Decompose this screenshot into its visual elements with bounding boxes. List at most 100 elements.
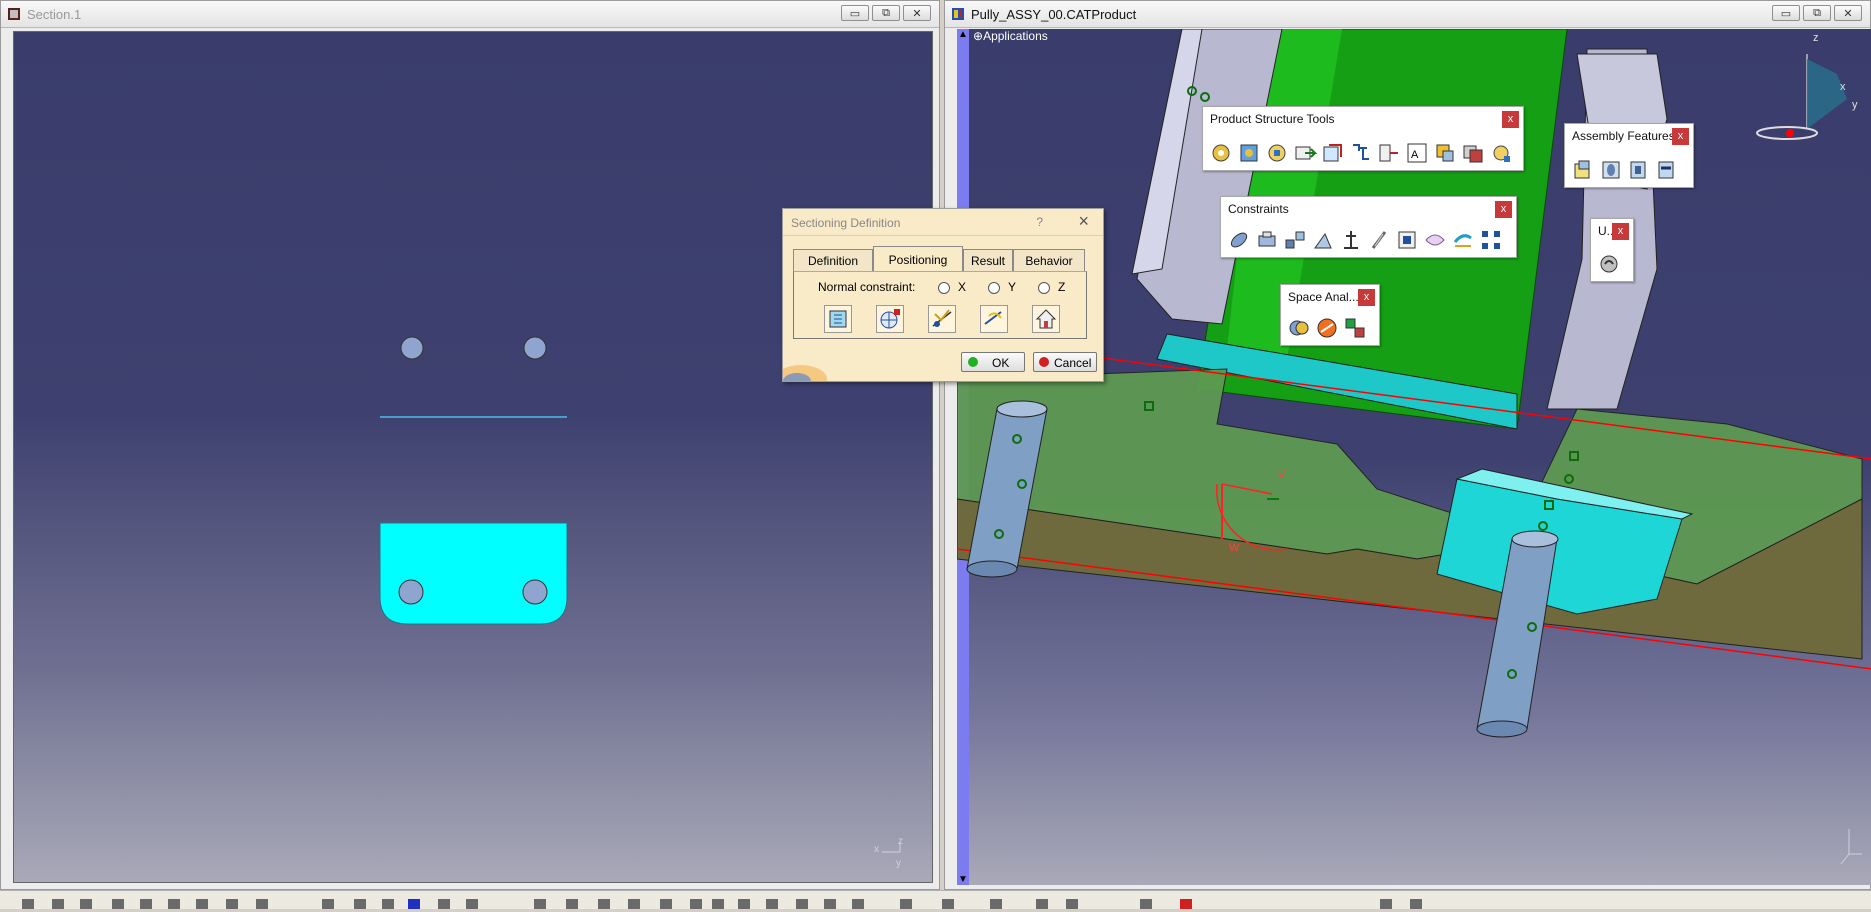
radio-z-label: Z xyxy=(1058,280,1066,294)
dialog-help-button[interactable]: ? xyxy=(1036,215,1043,229)
section-axis-indicator: x z y xyxy=(874,836,914,872)
product-structure-tools-toolbar[interactable]: Product Structure Tools x A xyxy=(1202,106,1524,171)
close-button[interactable]: ✕ xyxy=(1834,5,1862,21)
remove-icon[interactable] xyxy=(1655,158,1679,182)
section-window-titlebar[interactable]: Section.1 ▭ ⧉ ✕ xyxy=(1,1,939,28)
assembly-features-close[interactable]: x xyxy=(1672,128,1689,145)
assembly-features-toolbar[interactable]: Assembly Features x xyxy=(1564,123,1694,188)
minimize-icon: ▭ xyxy=(1780,7,1792,20)
product-window-title: Pully_ASSY_00.CATProduct xyxy=(971,7,1137,22)
bottom-toolbar-icons xyxy=(22,899,1422,909)
constraints-close[interactable]: x xyxy=(1495,201,1512,218)
product-window-titlebar[interactable]: Pully_ASSY_00.CATProduct ▭ ⧉ ✕ xyxy=(945,1,1870,28)
edit-position-button[interactable] xyxy=(876,305,904,333)
quick-constraint-icon[interactable] xyxy=(1395,228,1419,252)
existing-component-icon[interactable] xyxy=(1293,141,1318,165)
product-structure-tools-close[interactable]: x xyxy=(1502,111,1519,128)
angle-constraint-icon[interactable] xyxy=(1311,228,1335,252)
minimize-button[interactable]: ▭ xyxy=(841,5,869,21)
compass-label-y: y xyxy=(1852,99,1858,111)
minimize-button[interactable]: ▭ xyxy=(1772,5,1800,21)
cancel-button[interactable]: Cancel xyxy=(1033,352,1097,372)
home-icon xyxy=(1035,309,1057,329)
user-toolbar[interactable]: U.. x xyxy=(1590,218,1634,282)
section-window-icon xyxy=(8,8,20,20)
gear-component-icon[interactable] xyxy=(1209,141,1233,165)
selective-load-icon[interactable]: A xyxy=(1405,141,1429,165)
constraints-title: Constraints xyxy=(1228,202,1289,216)
reuse-pattern-icon[interactable] xyxy=(1479,228,1503,252)
coincidence-constraint-icon[interactable] xyxy=(1227,228,1251,252)
edit-position-icon xyxy=(880,309,900,329)
new-product-icon[interactable] xyxy=(1237,141,1261,165)
cancel-label: Cancel xyxy=(1054,356,1092,370)
split-icon[interactable] xyxy=(1571,158,1595,182)
graph-tree-reordering-icon[interactable] xyxy=(1349,141,1373,165)
offset-constraint-icon[interactable] xyxy=(1283,228,1307,252)
compass-label-x: x xyxy=(1840,81,1846,93)
ok-icon xyxy=(968,357,978,367)
manage-representations-icon[interactable] xyxy=(1433,141,1457,165)
user-macro-icon[interactable] xyxy=(1597,252,1621,276)
ok-label: OK xyxy=(992,356,1010,370)
maximize-button[interactable]: ⧉ xyxy=(1803,5,1831,21)
radio-x[interactable] xyxy=(938,282,950,294)
maximize-icon: ⧉ xyxy=(882,6,890,19)
space-analysis-title: Space Anal... xyxy=(1288,290,1359,304)
global-compass xyxy=(1756,54,1847,140)
section-drawing[interactable] xyxy=(14,32,932,882)
section-plate xyxy=(379,522,568,625)
catia-logo xyxy=(783,365,827,381)
maximize-icon: ⧉ xyxy=(1813,6,1821,19)
assembly-features-title: Assembly Features xyxy=(1572,129,1675,143)
replace-component-icon[interactable] xyxy=(1321,141,1345,165)
new-part-icon[interactable] xyxy=(1265,141,1289,165)
change-constraint-icon[interactable] xyxy=(1451,228,1475,252)
tab-behavior[interactable]: Behavior xyxy=(1013,249,1085,271)
positioning-panel: Normal constraint: X Y Z xyxy=(793,271,1087,339)
maximize-button[interactable]: ⧉ xyxy=(872,5,900,21)
product-structure-tools-title: Product Structure Tools xyxy=(1210,112,1335,126)
pocket-icon[interactable] xyxy=(1627,158,1651,182)
close-button[interactable]: ✕ xyxy=(903,5,931,21)
fix-component-icon[interactable] xyxy=(1339,228,1363,252)
svg-text:A: A xyxy=(1411,149,1419,161)
ok-button[interactable]: OK xyxy=(961,352,1025,372)
move-icon xyxy=(829,310,847,328)
reset-button[interactable] xyxy=(928,305,956,333)
space-analysis-close[interactable]: x xyxy=(1358,289,1375,306)
user-toolbar-close[interactable]: x xyxy=(1612,223,1629,240)
radio-z[interactable] xyxy=(1038,282,1050,294)
flexible-subassembly-icon[interactable] xyxy=(1423,228,1447,252)
contact-constraint-icon[interactable] xyxy=(1255,228,1279,252)
fix-together-icon[interactable] xyxy=(1367,228,1391,252)
distance-band-icon[interactable] xyxy=(1343,316,1367,340)
invert-normal-icon xyxy=(984,311,1002,325)
sectioning-icon[interactable] xyxy=(1315,316,1339,340)
invert-normal-button[interactable] xyxy=(980,305,1008,333)
hole-icon[interactable] xyxy=(1599,158,1623,182)
multi-instantiation-icon[interactable] xyxy=(1461,141,1485,165)
bottom-toolbar-strip[interactable] xyxy=(0,890,1871,909)
label-w: W xyxy=(1229,542,1240,554)
product-window-icon xyxy=(952,8,964,20)
section-viewport[interactable]: x z y xyxy=(13,31,933,883)
minimize-icon: ▭ xyxy=(849,7,861,20)
space-analysis-toolbar[interactable]: Space Anal... x xyxy=(1280,284,1380,346)
reset-icon xyxy=(932,309,952,327)
generate-numbering-icon[interactable] xyxy=(1377,141,1401,165)
corner-axis-indicator xyxy=(1840,829,1862,865)
dialog-titlebar[interactable]: Sectioning Definition ? × xyxy=(783,209,1103,236)
tab-result[interactable]: Result xyxy=(963,249,1013,271)
home-button[interactable] xyxy=(1032,305,1060,333)
constraints-toolbar[interactable]: Constraints x xyxy=(1220,196,1517,258)
move-button[interactable] xyxy=(824,305,852,333)
clash-icon[interactable] xyxy=(1287,316,1311,340)
fast-multi-instantiation-icon[interactable] xyxy=(1489,141,1513,165)
tab-definition[interactable]: Definition xyxy=(793,249,873,271)
tab-positioning[interactable]: Positioning xyxy=(873,246,963,272)
sectioning-definition-dialog: Sectioning Definition ? × Definition Pos… xyxy=(782,208,1104,382)
dialog-close-button[interactable]: × xyxy=(1078,211,1089,232)
radio-y[interactable] xyxy=(988,282,1000,294)
close-icon: ✕ xyxy=(912,7,922,20)
